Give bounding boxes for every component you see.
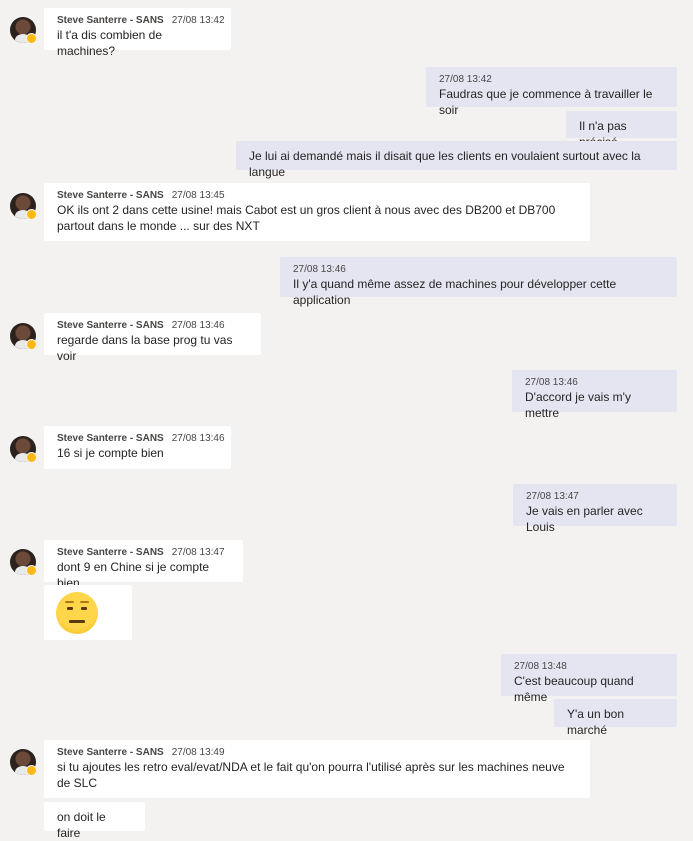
message-incoming-emoji[interactable] <box>44 585 132 640</box>
away-status-icon <box>26 765 37 776</box>
away-status-icon <box>26 452 37 463</box>
message-text: Il y'a quand même assez de machines pour… <box>293 277 617 307</box>
message-outgoing[interactable]: 27/08 13:47 Je vais en parler avec Louis <box>513 484 677 534</box>
message-timestamp: 27/08 13:46 <box>525 377 578 388</box>
avatar[interactable] <box>10 749 37 776</box>
message-text: Je lui ai demandé mais il disait que les… <box>249 149 641 179</box>
away-status-icon <box>26 33 37 44</box>
message-outgoing[interactable]: Je lui ai demandé mais il disait que les… <box>236 141 677 179</box>
avatar[interactable] <box>10 436 37 463</box>
message-text: OK ils ont 2 dans cette usine! mais Cabo… <box>57 203 556 233</box>
away-status-icon <box>26 565 37 576</box>
message-timestamp: 27/08 13:47 <box>171 547 225 558</box>
avatar[interactable] <box>10 17 37 44</box>
message-timestamp: 27/08 13:48 <box>514 661 567 672</box>
message-outgoing[interactable]: 27/08 13:46 Il y'a quand même assez de m… <box>280 257 677 307</box>
away-status-icon <box>26 339 37 350</box>
message-incoming[interactable]: Steve Santerre - SANS 27/08 13:46 16 si j… <box>44 426 231 469</box>
message-timestamp: 27/08 13:42 <box>171 15 225 26</box>
message-text: 16 si je compte bien <box>57 446 164 460</box>
message-incoming[interactable]: Steve Santerre - SANS 27/08 13:49 si tu a… <box>44 740 590 798</box>
message-text: on doit le faire <box>57 810 106 840</box>
message-timestamp: 27/08 13:49 <box>171 747 225 758</box>
message-outgoing[interactable]: Il n'a pas précisé <box>566 111 677 149</box>
message-text: si tu ajoutes les retro eval/evat/NDA et… <box>57 760 565 790</box>
message-timestamp: 27/08 13:47 <box>526 491 579 502</box>
message-incoming[interactable]: Steve Santerre - SANS 27/08 13:46 regarde… <box>44 313 261 363</box>
neutral-face-emoji <box>56 592 98 634</box>
message-author: Steve Santerre - SANS <box>57 15 164 26</box>
message-timestamp: 27/08 13:46 <box>293 264 346 275</box>
message-text: Y'a un bon marché <box>567 707 625 737</box>
message-timestamp: 27/08 13:46 <box>171 433 225 444</box>
message-author: Steve Santerre - SANS <box>57 190 164 201</box>
message-timestamp: 27/08 13:45 <box>171 190 225 201</box>
message-outgoing[interactable]: Y'a un bon marché <box>554 699 677 737</box>
message-timestamp: 27/08 13:46 <box>171 320 225 331</box>
away-status-icon <box>26 209 37 220</box>
message-text: D'accord je vais m'y mettre <box>525 390 631 420</box>
message-author: Steve Santerre - SANS <box>57 433 164 444</box>
message-incoming[interactable]: Steve Santerre - SANS 27/08 13:47 dont 9 … <box>44 540 243 590</box>
message-text: il t'a dis combien de machines? <box>57 28 163 58</box>
message-author: Steve Santerre - SANS <box>57 547 164 558</box>
message-outgoing[interactable]: 27/08 13:46 D'accord je vais m'y mettre <box>512 370 677 420</box>
message-outgoing[interactable]: 27/08 13:48 C'est beaucoup quand même <box>501 654 677 704</box>
avatar[interactable] <box>10 549 37 576</box>
message-timestamp: 27/08 13:42 <box>439 74 492 85</box>
message-author: Steve Santerre - SANS <box>57 747 164 758</box>
message-outgoing[interactable]: 27/08 13:42 Faudras que je commence à tr… <box>426 67 677 117</box>
message-author: Steve Santerre - SANS <box>57 320 164 331</box>
message-text: Je vais en parler avec Louis <box>526 504 643 534</box>
message-text: regarde dans la base prog tu vas voir <box>57 333 233 363</box>
message-incoming[interactable]: on doit le faire <box>44 802 145 840</box>
message-incoming[interactable]: Steve Santerre - SANS 27/08 13:42 il t'a … <box>44 8 231 58</box>
avatar[interactable] <box>10 323 37 350</box>
message-incoming[interactable]: Steve Santerre - SANS 27/08 13:45 OK ils … <box>44 183 590 241</box>
avatar[interactable] <box>10 193 37 220</box>
